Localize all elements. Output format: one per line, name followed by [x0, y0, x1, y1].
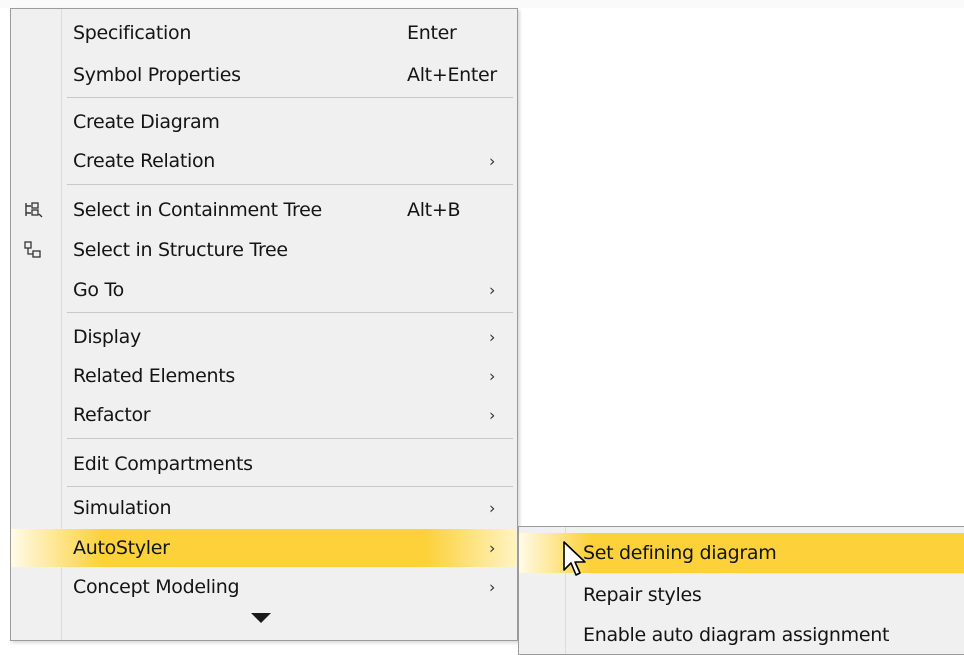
submenu-arrow-icon: › [489, 280, 496, 300]
menu-item-autostyler[interactable]: AutoStyler › [11, 529, 517, 567]
menu-item-label: AutoStyler [73, 537, 170, 559]
menu-item-select-in-structure-tree[interactable]: Select in Structure Tree [11, 231, 517, 269]
menu-item-edit-compartments[interactable]: Edit Compartments [11, 445, 517, 483]
menu-item-specification[interactable]: Specification Enter [11, 14, 517, 52]
menu-item-concept-modeling[interactable]: Concept Modeling › [11, 568, 517, 606]
menu-item-go-to[interactable]: Go To › [11, 271, 517, 309]
menu-item-label: Simulation [73, 497, 172, 519]
menu-item-shortcut: Enter [407, 22, 457, 44]
menu-item-label: Select in Containment Tree [73, 199, 322, 221]
menu-item-select-in-containment-tree[interactable]: Select in Containment Tree Alt+B [11, 191, 517, 229]
menu-item-label: Select in Structure Tree [73, 239, 288, 261]
menu-item-display[interactable]: Display › [11, 318, 517, 356]
menu-item-create-relation[interactable]: Create Relation › [11, 142, 517, 180]
submenu-arrow-icon: › [489, 498, 496, 518]
submenu-arrow-icon: › [489, 405, 496, 425]
menu-separator [67, 184, 513, 185]
menu-item-label: Go To [73, 279, 124, 301]
menu-item-label: Specification [73, 22, 192, 44]
submenu-arrow-icon: › [489, 366, 496, 386]
submenu-item-label: Set defining diagram [583, 542, 777, 564]
submenu-item-enable-auto-diagram-assignment[interactable]: Enable auto diagram assignment [519, 615, 964, 655]
submenu-arrow-icon: › [489, 151, 496, 171]
menu-item-label: Related Elements [73, 365, 235, 387]
background-strip [0, 0, 964, 8]
submenu-item-label: Repair styles [583, 584, 702, 606]
menu-item-simulation[interactable]: Simulation › [11, 489, 517, 527]
menu-item-label: Concept Modeling [73, 576, 240, 598]
menu-item-label: Symbol Properties [73, 64, 241, 86]
menu-item-label: Edit Compartments [73, 453, 253, 475]
containment-tree-icon [23, 200, 43, 220]
menu-item-shortcut: Alt+Enter [407, 64, 497, 86]
scroll-down-arrow-icon[interactable] [251, 613, 271, 623]
menu-item-symbol-properties[interactable]: Symbol Properties Alt+Enter [11, 56, 517, 94]
submenu-item-repair-styles[interactable]: Repair styles [519, 575, 964, 615]
menu-item-label: Display [73, 326, 141, 348]
menu-separator [67, 438, 513, 439]
submenu-arrow-icon: › [489, 577, 496, 597]
menu-item-refactor[interactable]: Refactor › [11, 396, 517, 434]
menu-item-label: Create Relation [73, 150, 216, 172]
structure-tree-icon [23, 240, 43, 260]
menu-separator [67, 312, 513, 313]
menu-item-label: Refactor [73, 404, 151, 426]
menu-item-related-elements[interactable]: Related Elements › [11, 357, 517, 395]
menu-item-shortcut: Alt+B [407, 199, 461, 221]
submenu-arrow-icon: › [489, 327, 496, 347]
submenu-arrow-icon: › [489, 538, 496, 558]
menu-separator [67, 97, 513, 98]
menu-item-create-diagram[interactable]: Create Diagram [11, 103, 517, 141]
menu-item-label: Create Diagram [73, 111, 220, 133]
submenu-item-label: Enable auto diagram assignment [583, 624, 890, 646]
mouse-cursor-icon [563, 541, 586, 576]
context-menu: Specification Enter Symbol Properties Al… [10, 8, 518, 641]
menu-separator [67, 486, 513, 487]
